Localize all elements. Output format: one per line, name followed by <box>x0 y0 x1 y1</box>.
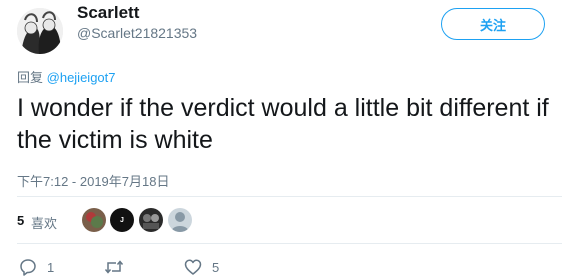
divider-top <box>17 196 562 197</box>
author-handle[interactable]: @Scarlet21821353 <box>77 25 197 41</box>
reply-count: 1 <box>47 259 55 275</box>
retweet-action[interactable] <box>104 258 134 276</box>
author-display-name[interactable]: Scarlett <box>77 3 139 23</box>
liker-avatar-1[interactable] <box>82 208 106 232</box>
divider-bottom <box>17 243 562 244</box>
reply-to-prefix: 回复 <box>17 70 44 85</box>
retweet-icon[interactable] <box>104 258 124 276</box>
author-avatar[interactable] <box>17 8 63 54</box>
likes-label[interactable]: 喜欢 <box>31 213 57 232</box>
like-action[interactable]: 5 <box>184 258 219 276</box>
liker-avatar-4[interactable] <box>168 208 192 232</box>
follow-button[interactable]: 关注 <box>441 8 545 40</box>
reply-action[interactable]: 1 <box>19 258 54 276</box>
liker-avatar-3[interactable] <box>139 208 163 232</box>
reply-to-mention[interactable]: @hejieigot7 <box>47 70 116 85</box>
like-count: 5 <box>212 259 220 275</box>
tweet-text: I wonder if the verdict would a little b… <box>17 94 549 154</box>
tweet-timestamp[interactable]: 下午7:12 - 2019年7月18日 <box>17 171 169 190</box>
liker-avatar-2[interactable]: J <box>110 208 134 232</box>
likes-count[interactable]: 5 <box>17 213 24 228</box>
reply-icon[interactable] <box>19 258 37 276</box>
heart-icon[interactable] <box>184 258 202 276</box>
reply-to-line: 回复 @hejieigot7 <box>17 67 116 86</box>
